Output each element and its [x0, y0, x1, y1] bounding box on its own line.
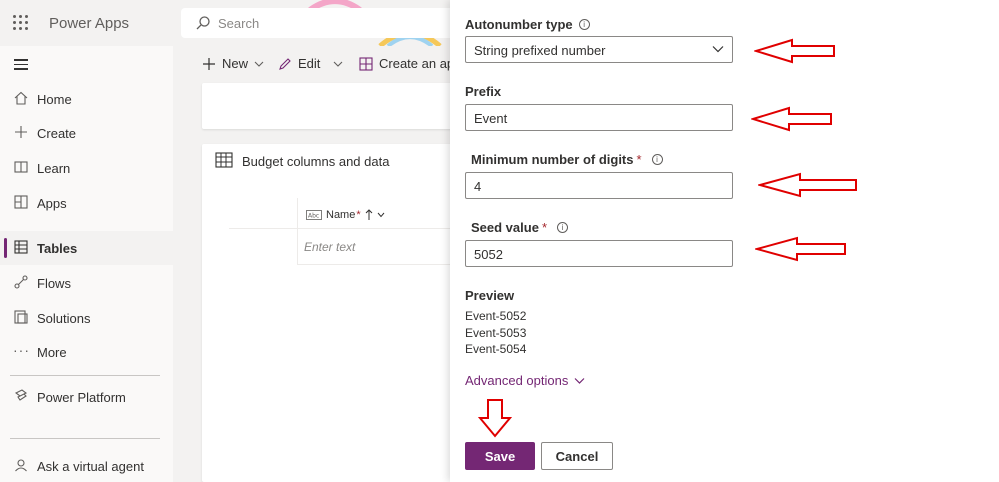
- chevron-down-icon: [254, 61, 264, 67]
- table-icon: [215, 152, 233, 168]
- chevron-down-icon: [574, 377, 585, 384]
- sidebar-item-power-platform[interactable]: Power Platform: [0, 380, 173, 414]
- preview-item: Event-5054: [465, 342, 527, 356]
- sidebar-item-learn[interactable]: Learn: [0, 151, 173, 185]
- search-icon: [196, 16, 210, 30]
- save-button[interactable]: Save: [465, 442, 535, 470]
- apps-icon: [13, 195, 29, 211]
- sidebar-item-tables[interactable]: Tables: [0, 231, 173, 265]
- cancel-button[interactable]: Cancel: [541, 442, 613, 470]
- svg-text:Abc: Abc: [308, 213, 319, 220]
- budget-title: Budget columns and data: [242, 154, 390, 169]
- chevron-down-icon: [712, 46, 724, 53]
- edit-button[interactable]: Edit: [278, 56, 320, 71]
- text-field-icon: Abc: [306, 210, 322, 220]
- create-app-button[interactable]: Create an app: [359, 56, 463, 71]
- autonumber-type-dropdown[interactable]: String prefixed number: [465, 36, 733, 63]
- sort-ascending-icon[interactable]: [365, 209, 373, 221]
- chevron-down-icon[interactable]: [377, 212, 385, 218]
- app-launcher-icon[interactable]: [13, 15, 29, 31]
- autonumber-panel: Autonumber type i String prefixed number…: [450, 0, 999, 482]
- sidebar-item-solutions[interactable]: Solutions: [0, 301, 173, 335]
- sidebar-item-flows[interactable]: Flows: [0, 266, 173, 300]
- sidebar-item-apps[interactable]: Apps: [0, 186, 173, 220]
- sidebar-divider: [10, 375, 160, 376]
- command-bar: New Edit Create an app: [173, 46, 463, 82]
- info-icon[interactable]: i: [557, 222, 568, 233]
- sidebar-item-home[interactable]: Home: [0, 82, 173, 116]
- preview-item: Event-5053: [465, 325, 527, 340]
- new-button[interactable]: New: [202, 56, 264, 71]
- sidebar-item-more[interactable]: ··· More: [0, 335, 173, 369]
- create-app-icon: [359, 56, 373, 71]
- search-placeholder: Search: [218, 16, 260, 31]
- properties-card: [202, 83, 462, 129]
- info-icon[interactable]: i: [578, 19, 590, 30]
- prefix-label: Prefix: [465, 84, 502, 99]
- sidebar: Home Create Learn Apps Tables Flows Solu…: [0, 46, 173, 482]
- app-title[interactable]: Power Apps: [49, 15, 129, 32]
- autonumber-type-label: Autonumber type i: [465, 17, 590, 32]
- annotation-arrow-left-icon: [758, 172, 857, 198]
- book-icon: [13, 160, 29, 176]
- annotation-arrow-down-icon: [478, 399, 512, 438]
- seed-value-input[interactable]: 5052: [465, 240, 733, 267]
- pencil-icon: [279, 57, 291, 70]
- flow-icon: [13, 275, 29, 291]
- sidebar-item-create[interactable]: Create: [0, 116, 173, 150]
- budget-columns-card: Budget columns and data Abc Name * Enter …: [202, 144, 463, 482]
- sidebar-divider: [10, 438, 160, 439]
- annotation-arrow-left-icon: [751, 106, 832, 132]
- power-platform-icon: [13, 389, 29, 405]
- plus-icon: [13, 125, 29, 141]
- plus-icon: [203, 57, 215, 70]
- annotation-arrow-left-icon: [754, 38, 835, 64]
- sidebar-item-ask-virtual-agent[interactable]: Ask a virtual agent: [0, 449, 173, 482]
- min-digits-input[interactable]: 4: [465, 172, 733, 199]
- solutions-icon: [13, 310, 29, 326]
- name-cell-input[interactable]: Enter text: [297, 229, 463, 265]
- annotation-arrow-left-icon: [755, 236, 846, 262]
- main-content: New Edit Create an app Budget columns an…: [173, 46, 463, 482]
- name-column-header[interactable]: Abc Name *: [298, 199, 463, 231]
- seed-value-label: Seed value * i: [471, 220, 568, 235]
- info-icon[interactable]: i: [651, 154, 663, 165]
- home-icon: [13, 91, 29, 107]
- advanced-options-toggle[interactable]: Advanced options: [465, 373, 585, 388]
- chevron-down-icon[interactable]: [333, 60, 343, 68]
- table-icon: [13, 240, 29, 256]
- preview-item: Event-5052: [465, 309, 527, 323]
- more-icon: ···: [13, 342, 30, 358]
- hamburger-icon[interactable]: [14, 59, 28, 70]
- search-box[interactable]: Search: [181, 8, 461, 38]
- min-digits-label: Minimum number of digits * i: [471, 152, 663, 167]
- prefix-input[interactable]: Event: [465, 104, 733, 131]
- preview-list: Event-5052 Event-5053 Event-5054: [465, 308, 526, 358]
- preview-label: Preview: [465, 288, 515, 303]
- virtual-agent-icon: [13, 458, 29, 474]
